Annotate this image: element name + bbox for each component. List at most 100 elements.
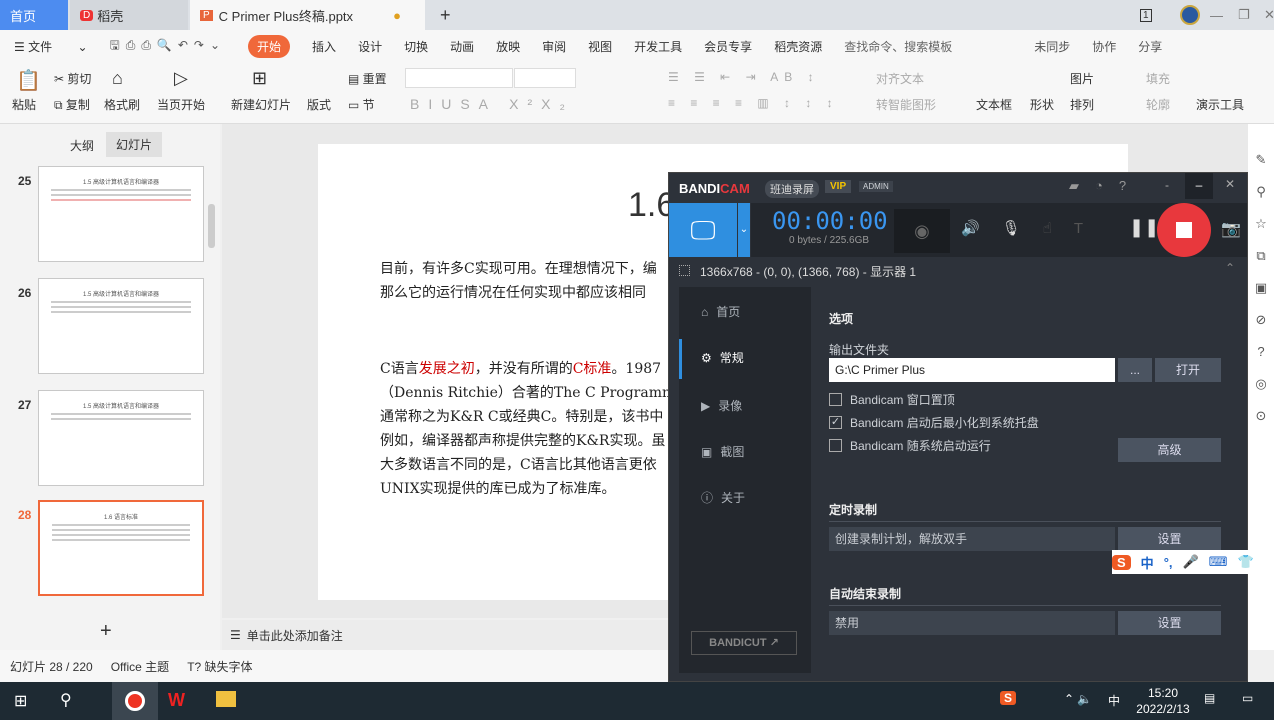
tab-daoke[interactable]: D 稻壳: [70, 0, 188, 30]
audio-icons[interactable]: 🔊🎙☝T: [961, 219, 1105, 237]
pause-icon[interactable]: ❚❚: [1129, 217, 1159, 238]
slide-thumbnail[interactable]: 1.5 高级计算机语言和编译器: [38, 278, 204, 374]
tab-daoke-resources[interactable]: 稻壳资源: [774, 38, 822, 55]
restore-button[interactable]: ❐: [1228, 0, 1250, 30]
arrange-button[interactable]: 排列: [1070, 96, 1094, 113]
picture-button[interactable]: 图片: [1070, 70, 1094, 87]
format-painter-button[interactable]: 格式刷: [104, 96, 140, 113]
webcam-icon[interactable]: ◉: [894, 209, 950, 253]
checkbox-checked[interactable]: ✓: [829, 416, 842, 429]
open-folder-button[interactable]: 打开: [1155, 358, 1221, 382]
share-button[interactable]: 分享: [1138, 38, 1162, 55]
font-name-select[interactable]: [405, 68, 513, 88]
nav-screenshot[interactable]: ▣ 截图: [701, 443, 744, 460]
theme-name[interactable]: Office 主题: [111, 658, 169, 675]
nav-about[interactable]: ⓘ 关于: [701, 489, 745, 506]
play-from-current-button[interactable]: 当页开始: [157, 96, 205, 113]
nav-video[interactable]: ▶ 录像: [701, 397, 742, 414]
taskbar-bandicam[interactable]: [112, 682, 158, 720]
avatar[interactable]: [1180, 5, 1200, 25]
tab-start[interactable]: 开始: [248, 34, 291, 58]
tab-developer[interactable]: 开发工具: [634, 38, 682, 55]
title-icons[interactable]: ▰◔?: [1069, 178, 1142, 194]
file-menu[interactable]: ☰ 文件 ⌄: [14, 38, 88, 55]
font-format-buttons[interactable]: BIUSA X²X₂: [410, 96, 574, 112]
command-search[interactable]: 查找命令、搜索模板: [844, 38, 952, 55]
section-button[interactable]: ▭ 节: [348, 96, 375, 113]
tab-review[interactable]: 审阅: [542, 38, 566, 55]
presentation-tools-button[interactable]: 演示工具: [1196, 96, 1244, 113]
ime-skin-icon[interactable]: 👕: [1237, 554, 1253, 570]
task-view-icon[interactable]: ▤: [1204, 691, 1215, 705]
clock[interactable]: 15:20 2022/2/13: [1130, 685, 1196, 717]
windows-start-icon[interactable]: ⊞: [14, 691, 27, 711]
collapse-icon[interactable]: ⌃: [1225, 261, 1235, 275]
tab-member[interactable]: 会员专享: [704, 38, 752, 55]
close-button[interactable]: ✕: [1254, 0, 1274, 30]
collab-button[interactable]: 协作: [1092, 38, 1116, 55]
copy-button[interactable]: ⧉ 复制: [54, 96, 90, 113]
side-tool-icons[interactable]: ✎ ⚲ ☆ ⧉ ▣ ⊘? ◎ ⊙: [1248, 124, 1274, 432]
auto-stop-settings-button[interactable]: 设置: [1118, 611, 1221, 635]
layout-button[interactable]: 版式: [307, 96, 331, 113]
checkbox[interactable]: [829, 439, 842, 452]
screenshot-camera-icon[interactable]: 📷: [1221, 219, 1241, 239]
sync-button[interactable]: 未同步: [1034, 38, 1070, 55]
cut-button[interactable]: ✂ 剪切: [54, 70, 91, 87]
tab-slides[interactable]: 幻灯片: [106, 132, 163, 157]
search-icon[interactable]: ⚲: [60, 690, 72, 710]
region-info[interactable]: 1366x768 - (0, 0), (1366, 768) - 显示器 1: [679, 263, 916, 280]
font-size-select[interactable]: [514, 68, 576, 88]
mode-dropdown[interactable]: ⌄: [738, 203, 750, 257]
checkbox-run-on-startup[interactable]: Bandicam 随系统启动运行: [829, 437, 991, 454]
tab-view[interactable]: 视图: [588, 38, 612, 55]
ime-toolbar[interactable]: S 中 °, 🎤 ⌨ 👕: [1112, 550, 1274, 574]
paste-button[interactable]: 粘贴: [12, 96, 36, 113]
slide-thumbnail-selected[interactable]: 1.6 语言标准: [38, 500, 204, 596]
tab-document[interactable]: P C Primer Plus终稿.pptx ●: [190, 0, 425, 30]
ime-punct[interactable]: °,: [1164, 555, 1173, 570]
tab-slideshow[interactable]: 放映: [496, 38, 520, 55]
sogou-tray-icon[interactable]: S: [1000, 691, 1017, 705]
textbox-button[interactable]: 文本框: [976, 96, 1012, 113]
checkbox-minimize-to-tray[interactable]: ✓ Bandicam 启动后最小化到系统托盘: [829, 414, 1039, 431]
tab-transition[interactable]: 切换: [404, 38, 428, 55]
stop-record-button[interactable]: [1157, 203, 1211, 257]
tab-animation[interactable]: 动画: [450, 38, 474, 55]
wps-icon[interactable]: W: [168, 690, 185, 711]
slide-thumbnail[interactable]: 1.5 高级计算机语言和编译器: [38, 390, 204, 486]
smartart-button[interactable]: 转智能图形: [876, 96, 936, 113]
new-tab-button[interactable]: +: [430, 0, 451, 30]
add-slide-button[interactable]: +: [100, 620, 112, 643]
tab-insert[interactable]: 插入: [312, 38, 336, 55]
fill-button[interactable]: 填充: [1146, 70, 1170, 87]
checkbox[interactable]: [829, 393, 842, 406]
file-explorer-icon[interactable]: [216, 691, 236, 707]
tab-outline[interactable]: 大纲: [70, 137, 94, 154]
bandicam-minimize[interactable]: –: [1185, 173, 1213, 199]
nav-home[interactable]: ⌂ 首页: [701, 303, 740, 320]
quick-access-icons[interactable]: 🖫⎙⎙🔍↶↷⌄: [110, 36, 227, 57]
outline-button[interactable]: 轮廓: [1146, 96, 1170, 113]
browse-button[interactable]: ...: [1118, 358, 1152, 382]
tab-design[interactable]: 设计: [358, 38, 382, 55]
vip-badge[interactable]: VIP: [825, 180, 852, 193]
advanced-button[interactable]: 高级: [1118, 438, 1221, 462]
bandicut-button[interactable]: BANDICUT ↗: [691, 631, 797, 655]
align-text-button[interactable]: 对齐文本: [876, 70, 924, 87]
window-count-badge[interactable]: 1: [1140, 8, 1152, 22]
input-lang[interactable]: 中: [1108, 692, 1120, 709]
align-buttons[interactable]: ≡ ≡ ≡ ≡ ▥ ↕ ↕ ↕: [668, 96, 839, 110]
bandicam-minimize-tray[interactable]: -: [1165, 178, 1169, 192]
nav-general[interactable]: ⚙ 常规: [701, 349, 744, 366]
notification-icon[interactable]: ▭: [1242, 691, 1253, 705]
checkbox-always-on-top[interactable]: Bandicam 窗口置顶: [829, 391, 955, 408]
shape-button[interactable]: 形状: [1030, 96, 1054, 113]
minimize-button[interactable]: —: [1200, 0, 1223, 30]
tab-home[interactable]: 首页: [0, 0, 68, 30]
ime-mic-icon[interactable]: 🎤: [1183, 554, 1199, 570]
scrollbar[interactable]: [208, 204, 215, 248]
reset-button[interactable]: ▤ 重置: [348, 70, 387, 87]
paragraph-buttons[interactable]: ☰ ☰ ⇤ ⇥ AB ↕: [668, 70, 820, 84]
slide-thumbnail[interactable]: 1.5 高级计算机语言和编译器: [38, 166, 204, 262]
